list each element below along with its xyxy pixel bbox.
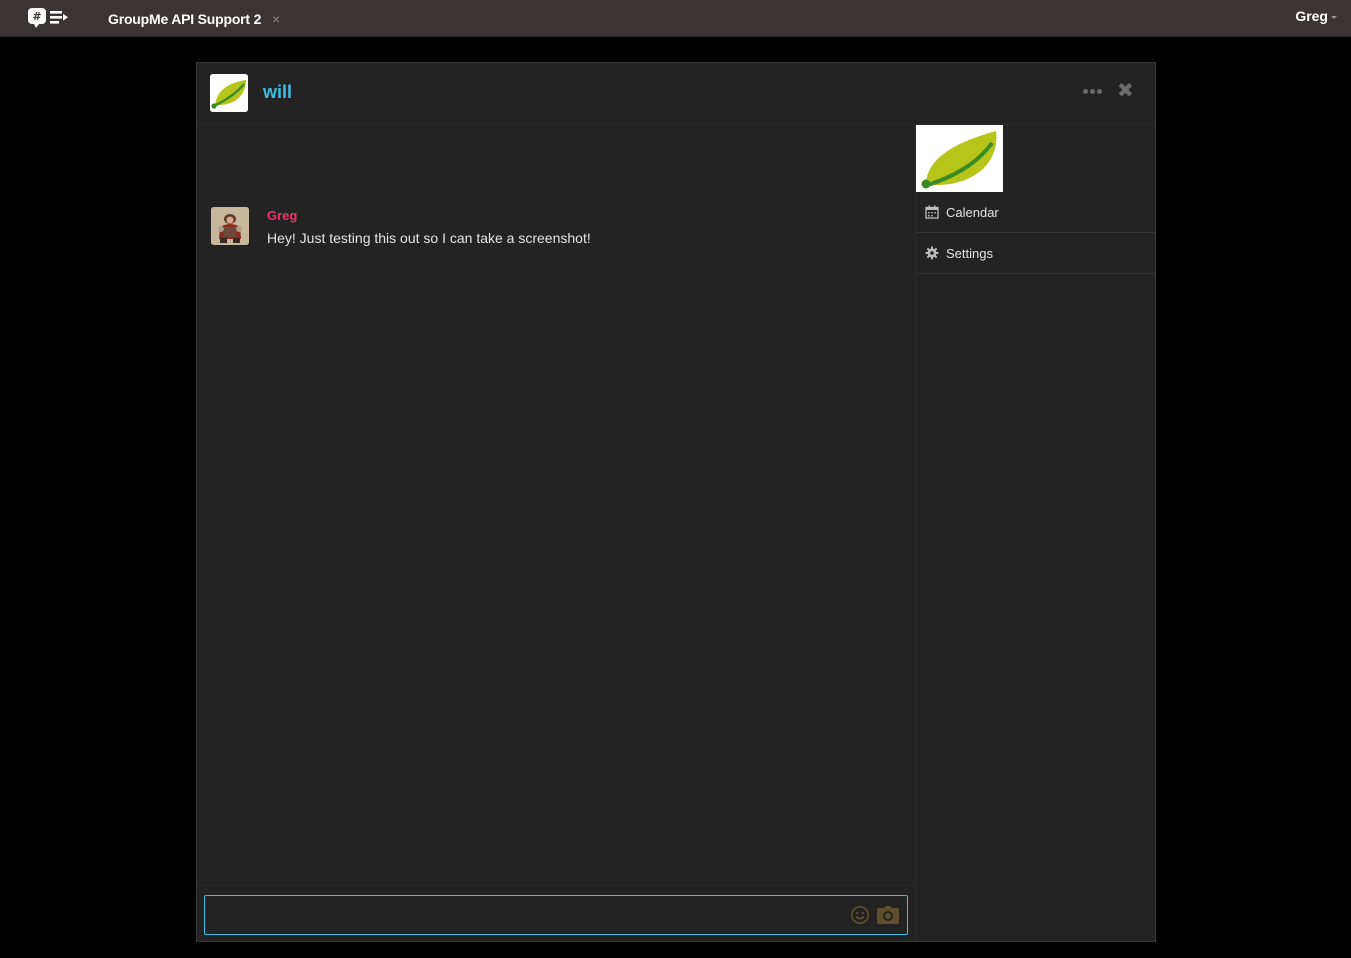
avatar[interactable] (211, 207, 249, 245)
tab-close-icon[interactable]: × (272, 12, 280, 26)
message-author[interactable]: Greg (267, 208, 297, 223)
chat-header: will ✖ (197, 63, 1155, 125)
camera-icon[interactable] (876, 905, 900, 925)
sidebar-item-label: Calendar (946, 204, 999, 220)
group-sidebar: Calendar Settings (916, 125, 1155, 941)
message-input[interactable] (205, 896, 835, 934)
message-item: Greg Hey! Just testing this out so I can… (211, 207, 901, 247)
dot (1090, 89, 1095, 94)
composer-area (197, 885, 916, 941)
user-menu[interactable]: Greg (1295, 0, 1337, 32)
message-text: Hey! Just testing this out so I can take… (267, 230, 591, 246)
chat-title: will (263, 82, 293, 102)
gear-icon (925, 246, 939, 260)
chat-window: will ✖ Greg Hey! Just testing this out s… (196, 62, 1156, 942)
close-icon[interactable]: ✖ (1117, 81, 1135, 101)
groupme-logo-icon[interactable]: # (26, 6, 70, 30)
user-name[interactable]: Greg (1295, 8, 1328, 24)
sidebar-item-label: Settings (946, 245, 993, 261)
group-image[interactable] (916, 125, 1003, 192)
message-list: Greg Hey! Just testing this out so I can… (197, 125, 916, 885)
sidebar-item-settings[interactable]: Settings (916, 233, 1155, 274)
top-bar: # GroupMe API Support 2 × Greg (0, 0, 1351, 37)
emoji-smile-icon[interactable] (850, 905, 870, 925)
svg-text:#: # (32, 10, 41, 23)
message-composer[interactable] (204, 895, 908, 935)
group-avatar[interactable] (210, 74, 248, 112)
tab-label[interactable]: GroupMe API Support 2 (108, 11, 261, 27)
chevron-down-icon (1331, 15, 1337, 19)
sidebar-item-calendar[interactable]: Calendar (916, 192, 1155, 233)
dot (1097, 89, 1102, 94)
dot (1083, 89, 1088, 94)
tab-groupme-api-support-2[interactable]: GroupMe API Support 2 × (108, 0, 280, 37)
calendar-icon (925, 205, 939, 219)
more-dots-icon[interactable] (1083, 89, 1103, 97)
